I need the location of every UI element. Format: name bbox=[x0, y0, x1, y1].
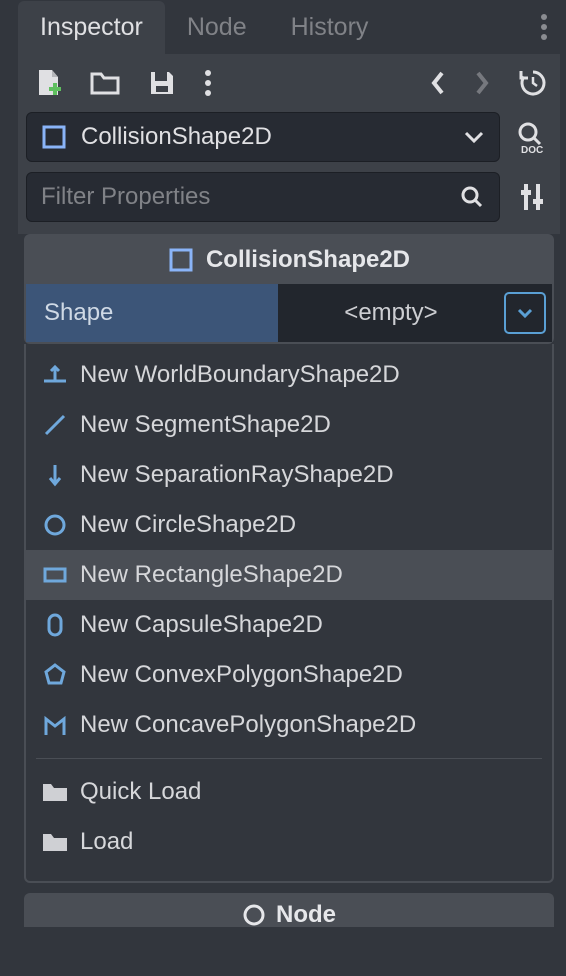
load-option[interactable]: Load bbox=[26, 817, 552, 867]
chevron-down-icon bbox=[463, 130, 485, 144]
node-section-header[interactable]: Node bbox=[24, 893, 554, 927]
shape-option-label: New CircleShape2D bbox=[80, 511, 296, 539]
collision-shape-icon bbox=[41, 124, 67, 150]
shape-option-world-boundary[interactable]: New WorldBoundaryShape2D bbox=[26, 350, 552, 400]
concave-icon bbox=[40, 710, 70, 740]
panel-menu-icon[interactable] bbox=[528, 5, 560, 49]
shape-dropdown-button[interactable] bbox=[504, 292, 546, 334]
shape-dropdown-menu: New WorldBoundaryShape2D New SegmentShape… bbox=[24, 344, 554, 883]
convex-icon bbox=[40, 660, 70, 690]
tab-history[interactable]: History bbox=[269, 1, 391, 54]
shape-option-label: New RectangleShape2D bbox=[80, 561, 343, 589]
collision-shape-icon bbox=[168, 247, 194, 273]
history-back-icon[interactable] bbox=[430, 70, 446, 96]
shape-option-label: New SeparationRayShape2D bbox=[80, 461, 394, 489]
open-resource-icon[interactable] bbox=[90, 70, 120, 96]
shape-property-label: Shape bbox=[26, 284, 278, 342]
node-name: CollisionShape2D bbox=[81, 123, 449, 151]
quick-load-option[interactable]: Quick Load bbox=[26, 767, 552, 817]
load-label: Load bbox=[80, 828, 133, 856]
shape-property-value-wrap[interactable]: <empty> bbox=[278, 284, 552, 342]
folder-icon bbox=[40, 827, 70, 857]
tab-inspector[interactable]: Inspector bbox=[18, 1, 165, 54]
docs-icon[interactable]: DOC bbox=[512, 120, 552, 154]
folder-icon bbox=[40, 777, 70, 807]
history-clock-icon[interactable] bbox=[518, 68, 548, 98]
toolbar bbox=[18, 54, 560, 112]
quick-load-label: Quick Load bbox=[80, 778, 201, 806]
shape-property-value: <empty> bbox=[278, 299, 504, 327]
save-resource-icon[interactable] bbox=[148, 69, 176, 97]
node-selector[interactable]: CollisionShape2D bbox=[26, 112, 500, 162]
tools-icon[interactable] bbox=[512, 182, 552, 212]
section-title: CollisionShape2D bbox=[206, 246, 410, 274]
segment-icon bbox=[40, 410, 70, 440]
properties-section: CollisionShape2D Shape <empty> bbox=[24, 234, 554, 344]
rectangle-icon bbox=[40, 560, 70, 590]
svg-text:DOC: DOC bbox=[521, 145, 543, 154]
shape-option-circle[interactable]: New CircleShape2D bbox=[26, 500, 552, 550]
section-header[interactable]: CollisionShape2D bbox=[26, 236, 552, 284]
shape-option-label: New ConcavePolygonShape2D bbox=[80, 711, 416, 739]
shape-option-rectangle[interactable]: New RectangleShape2D bbox=[26, 550, 552, 600]
history-forward-icon[interactable] bbox=[474, 70, 490, 96]
shape-property-row: Shape <empty> bbox=[26, 284, 552, 342]
separation-ray-icon bbox=[40, 460, 70, 490]
search-icon[interactable] bbox=[459, 184, 485, 210]
filter-row bbox=[18, 172, 560, 234]
filter-input-wrap bbox=[26, 172, 500, 222]
circle-icon bbox=[40, 510, 70, 540]
extra-menu-icon[interactable] bbox=[204, 69, 212, 97]
shape-option-concave[interactable]: New ConcavePolygonShape2D bbox=[26, 700, 552, 750]
shape-option-convex[interactable]: New ConvexPolygonShape2D bbox=[26, 650, 552, 700]
node-section-title: Node bbox=[276, 901, 336, 927]
dropdown-separator bbox=[36, 758, 542, 759]
capsule-icon bbox=[40, 610, 70, 640]
shape-option-separation-ray[interactable]: New SeparationRayShape2D bbox=[26, 450, 552, 500]
shape-option-segment[interactable]: New SegmentShape2D bbox=[26, 400, 552, 450]
shape-option-label: New CapsuleShape2D bbox=[80, 611, 323, 639]
world-boundary-icon bbox=[40, 360, 70, 390]
new-resource-icon[interactable] bbox=[36, 68, 62, 98]
node-selector-row: CollisionShape2D DOC bbox=[18, 112, 560, 172]
shape-option-label: New WorldBoundaryShape2D bbox=[80, 361, 400, 389]
filter-properties-input[interactable] bbox=[41, 183, 459, 211]
node-circle-icon bbox=[242, 903, 266, 927]
shape-option-label: New SegmentShape2D bbox=[80, 411, 331, 439]
tab-node[interactable]: Node bbox=[165, 1, 269, 54]
shape-option-capsule[interactable]: New CapsuleShape2D bbox=[26, 600, 552, 650]
tab-bar: Inspector Node History bbox=[18, 0, 560, 54]
shape-option-label: New ConvexPolygonShape2D bbox=[80, 661, 403, 689]
